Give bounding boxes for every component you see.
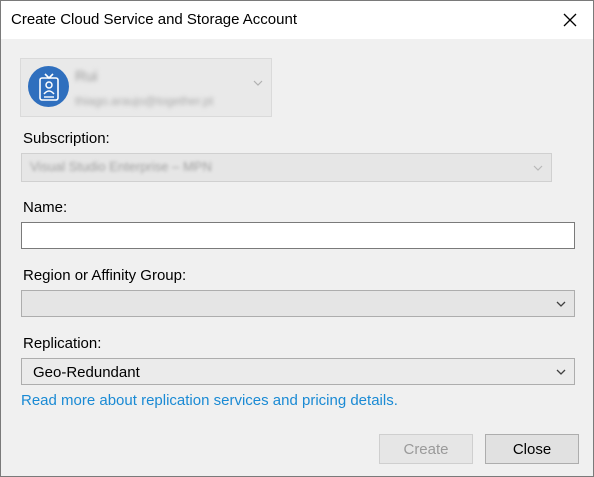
subscription-dropdown[interactable]: Visual Studio Enterprise – MPN	[21, 153, 552, 182]
title-bar: Create Cloud Service and Storage Account	[1, 1, 593, 39]
region-label: Region or Affinity Group:	[23, 267, 187, 284]
name-input[interactable]	[21, 222, 575, 249]
chevron-down-icon	[556, 301, 566, 307]
create-button[interactable]: Create	[379, 434, 473, 464]
avatar	[28, 66, 69, 107]
account-selector[interactable]: Rui thiago.araujo@together.pt	[20, 58, 272, 117]
account-name: Rui	[75, 68, 98, 85]
subscription-value: Visual Studio Enterprise – MPN	[30, 159, 212, 174]
region-dropdown[interactable]	[21, 290, 575, 317]
close-button[interactable]: Close	[485, 434, 579, 464]
subscription-label: Subscription:	[23, 130, 110, 147]
close-icon	[563, 13, 577, 27]
create-cloud-service-dialog: Create Cloud Service and Storage Account…	[0, 0, 594, 477]
chevron-down-icon	[556, 369, 566, 375]
account-email: thiago.araujo@together.pt	[75, 94, 214, 108]
close-window-button[interactable]	[547, 1, 593, 39]
dialog-title: Create Cloud Service and Storage Account	[11, 11, 298, 28]
id-badge-icon	[38, 72, 59, 101]
replication-pricing-link[interactable]: Read more about replication services and…	[21, 392, 398, 409]
replication-label: Replication:	[23, 335, 102, 352]
replication-dropdown[interactable]: Geo-Redundant	[21, 358, 575, 385]
name-label: Name:	[23, 199, 68, 216]
chevron-down-icon	[253, 80, 263, 86]
replication-value: Geo-Redundant	[33, 364, 140, 381]
chevron-down-icon	[533, 165, 543, 171]
